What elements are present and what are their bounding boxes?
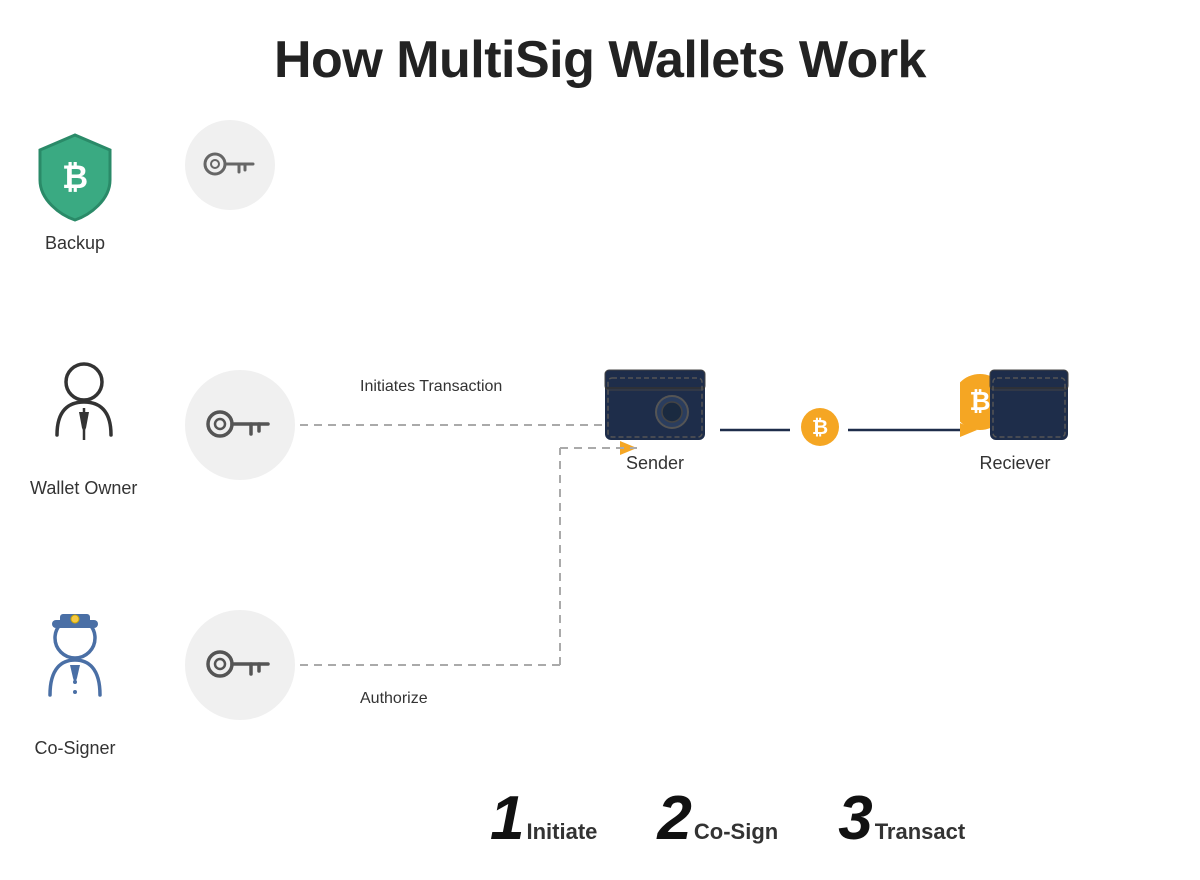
step-1-text: Initiate (526, 819, 597, 845)
step-3-number: 3 (838, 788, 872, 850)
step-2-number: 2 (657, 788, 691, 850)
key-icon-owner (206, 407, 274, 443)
backup-key-circle (185, 120, 275, 210)
wallet-owner-key-circle (185, 370, 295, 480)
receiver-group: ₿ Reciever (960, 360, 1070, 474)
svg-text:₿: ₿ (969, 386, 990, 416)
authorize-label: Authorize (360, 690, 428, 708)
receiver-label: Reciever (979, 453, 1050, 474)
initiates-transaction-label: Initiates Transaction (360, 378, 502, 396)
sender-label: Sender (626, 453, 684, 474)
wallet-owner-label: Wallet Owner (30, 478, 137, 499)
step-1-number: 1 (490, 788, 524, 850)
svg-text:₿: ₿ (812, 417, 828, 439)
backup-label: Backup (45, 233, 105, 254)
step-2-text: Co-Sign (694, 819, 778, 845)
flow-lines (0, 100, 1200, 880)
cosigner-label: Co-Signer (34, 738, 115, 759)
wallet-owner-icon (39, 360, 129, 470)
steps-area: 1 Initiate 2 Co-Sign 3 Transact (490, 788, 965, 850)
step-2: 2 Co-Sign (657, 788, 778, 850)
step-3-text: Transact (875, 819, 966, 845)
bitcoin-shield-icon: ₿ (30, 130, 120, 225)
step-3: 3 Transact (838, 788, 965, 850)
sender-wallet-icon (600, 360, 710, 445)
wallet-owner-group: Wallet Owner (30, 360, 137, 499)
cosigner-group: Co-Signer (30, 610, 120, 759)
key-icon-cosigner (206, 647, 274, 683)
backup-group: ₿ Backup (30, 130, 120, 254)
bitcoin-transfer-circle: ₿ (800, 407, 840, 452)
key-icon-backup (203, 150, 258, 180)
receiver-wallet-icon: ₿ (960, 360, 1070, 445)
cosigner-key-circle (185, 610, 295, 720)
svg-text:₿: ₿ (62, 159, 88, 195)
cosigner-icon (30, 610, 120, 730)
page-title: How MultiSig Wallets Work (0, 0, 1200, 90)
sender-group: Sender (600, 360, 710, 474)
step-1: 1 Initiate (490, 788, 597, 850)
